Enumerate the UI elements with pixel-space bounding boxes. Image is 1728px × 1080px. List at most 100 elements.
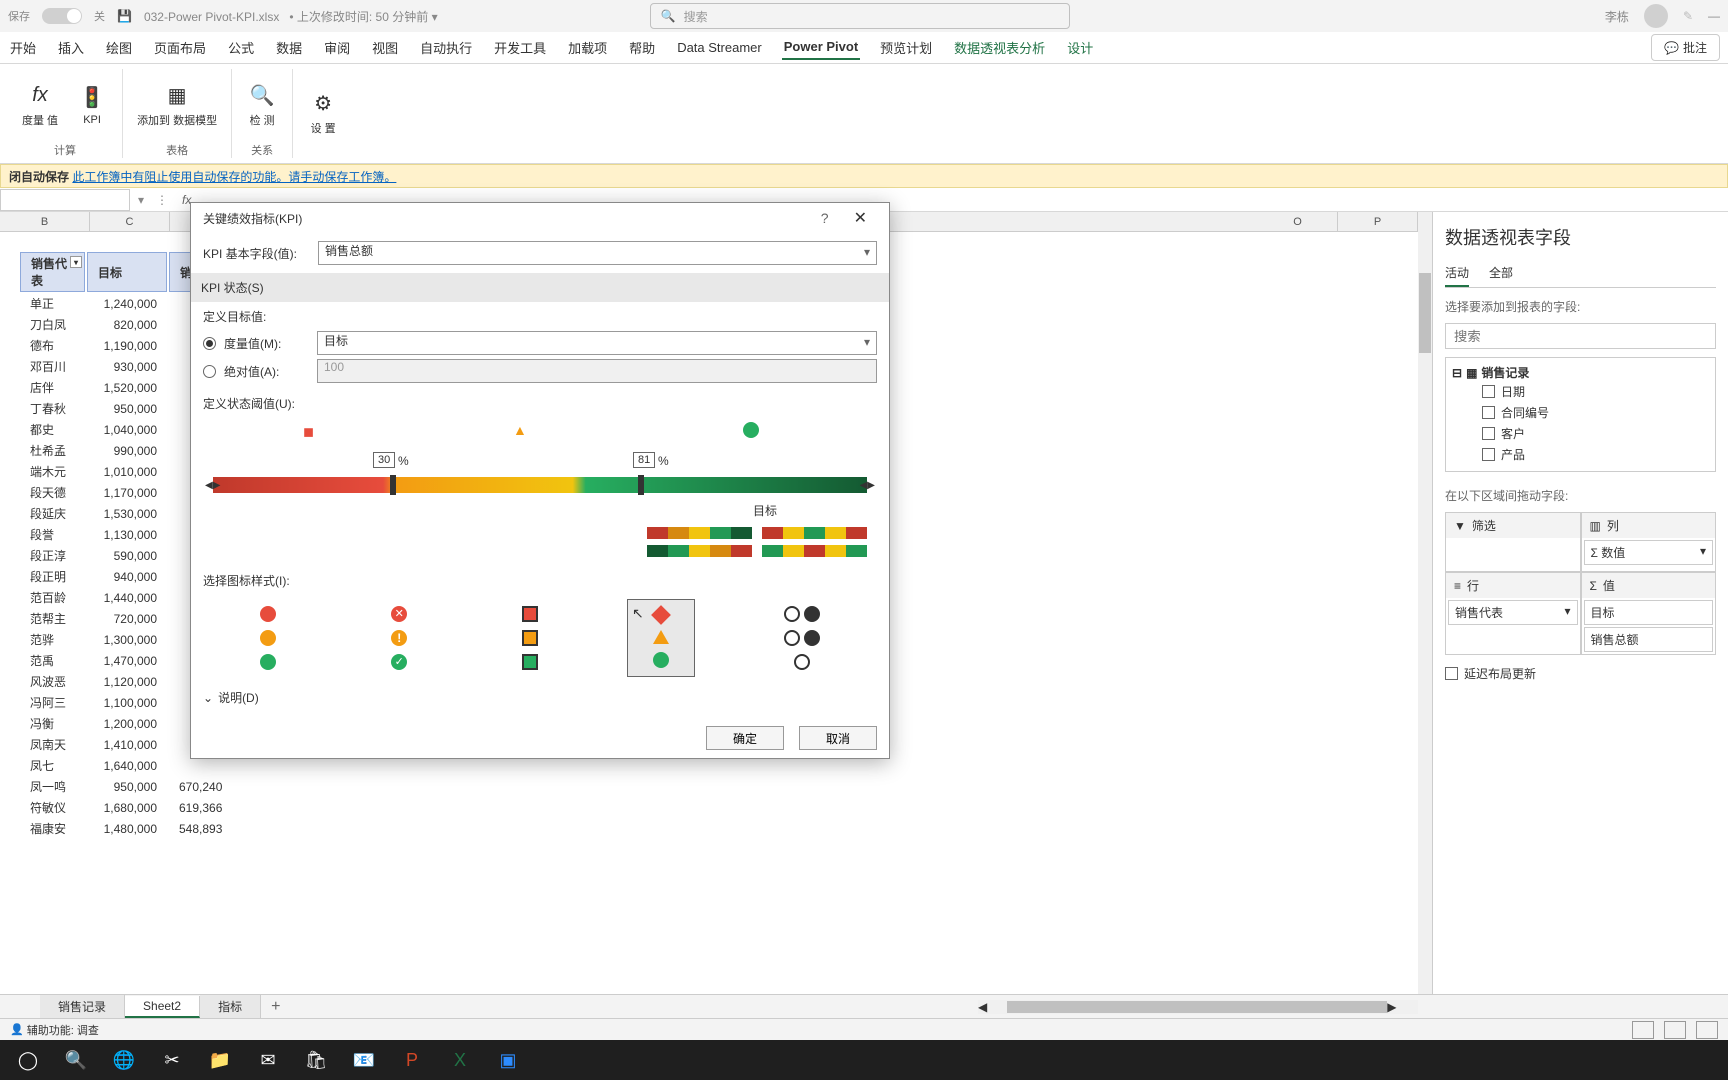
- col-header-b[interactable]: B: [0, 212, 90, 231]
- icon-style-shapes[interactable]: [627, 599, 695, 677]
- tab-pivot-analyze[interactable]: 数据透视表分析: [952, 34, 1047, 61]
- col-header-c[interactable]: C: [90, 212, 170, 231]
- ok-button[interactable]: 确定: [706, 726, 784, 750]
- measure-select[interactable]: 目标: [317, 331, 877, 355]
- threshold-slider[interactable]: ◀▶ ◀▶: [213, 477, 867, 497]
- explorer-icon[interactable]: 📁: [200, 1044, 240, 1076]
- tab-preview[interactable]: 预览计划: [878, 34, 934, 61]
- threshold-handle-low[interactable]: [390, 475, 396, 495]
- table-row[interactable]: 福康安1,480,000548,893: [20, 819, 232, 838]
- search-box[interactable]: 🔍 搜索: [650, 3, 1070, 29]
- field-item[interactable]: 日期: [1452, 381, 1709, 402]
- pattern-4[interactable]: [762, 545, 867, 557]
- accessibility-icon[interactable]: 👤: [10, 1023, 24, 1036]
- measure-button[interactable]: fx 度量 值: [18, 69, 62, 142]
- zoom-icon[interactable]: ▣: [488, 1044, 528, 1076]
- tab-layout[interactable]: 页面布局: [152, 34, 208, 61]
- description-expander[interactable]: ⌄ 说明(D): [203, 689, 877, 706]
- outlook-icon[interactable]: ✉: [248, 1044, 288, 1076]
- minimize-icon[interactable]: —: [1708, 9, 1720, 23]
- sheet-tab-1[interactable]: Sheet2: [125, 996, 200, 1018]
- vertical-scrollbar[interactable]: [1418, 212, 1432, 994]
- close-icon[interactable]: ✕: [844, 208, 877, 228]
- field-checkbox[interactable]: [1482, 406, 1495, 419]
- field-item[interactable]: 产品: [1452, 444, 1709, 465]
- save-icon[interactable]: 💾: [117, 9, 132, 23]
- field-item[interactable]: 合同编号: [1452, 402, 1709, 423]
- field-checkbox[interactable]: [1482, 448, 1495, 461]
- tab-home[interactable]: 开始: [8, 34, 38, 61]
- horizontal-scrollbar[interactable]: ◀▶: [978, 1000, 1418, 1014]
- pen-icon[interactable]: ✎: [1683, 9, 1693, 23]
- field-item[interactable]: 客户: [1452, 423, 1709, 444]
- add-to-model-button[interactable]: ▦ 添加到 数据模型: [133, 69, 221, 142]
- icon-style-pies[interactable]: [758, 597, 846, 679]
- field-search[interactable]: [1445, 323, 1716, 349]
- tab-review[interactable]: 审阅: [322, 34, 352, 61]
- add-sheet-button[interactable]: +: [261, 998, 290, 1016]
- tab-datastreamer[interactable]: Data Streamer: [675, 36, 764, 59]
- snip-icon[interactable]: ✂: [152, 1044, 192, 1076]
- user-avatar[interactable]: [1644, 4, 1668, 28]
- field-table-header[interactable]: ⊟ ▦ 销售记录: [1452, 364, 1709, 381]
- tab-design[interactable]: 设计: [1065, 34, 1095, 61]
- name-box[interactable]: [0, 189, 130, 211]
- help-icon[interactable]: ?: [806, 210, 844, 226]
- field-checkbox[interactable]: [1482, 427, 1495, 440]
- sheet-tab-0[interactable]: 销售记录: [40, 995, 125, 1018]
- chrome-icon[interactable]: 🌐: [104, 1044, 144, 1076]
- values-area[interactable]: Σ值 目标 销售总额: [1581, 572, 1717, 655]
- tab-developer[interactable]: 开发工具: [492, 34, 548, 61]
- view-normal-icon[interactable]: [1632, 1021, 1654, 1039]
- col-header-o[interactable]: O: [1258, 212, 1338, 231]
- tab-powerpivot[interactable]: Power Pivot: [782, 35, 860, 60]
- collapse-icon[interactable]: ⊟: [1452, 366, 1462, 380]
- threshold-high-input[interactable]: 81: [633, 452, 655, 468]
- field-tab-all[interactable]: 全部: [1489, 260, 1513, 287]
- pattern-2[interactable]: [647, 545, 752, 557]
- dropdown-icon[interactable]: ▾: [130, 193, 152, 207]
- tab-formulas[interactable]: 公式: [226, 34, 256, 61]
- store-icon[interactable]: 🛍: [296, 1044, 336, 1076]
- autosave-toggle[interactable]: [42, 8, 82, 24]
- row-item-rep[interactable]: 销售代表▾: [1448, 600, 1578, 625]
- th-target[interactable]: 目标: [87, 252, 167, 292]
- defer-checkbox[interactable]: [1445, 667, 1458, 680]
- powerpoint-icon[interactable]: P: [392, 1044, 432, 1076]
- sheet-tab-2[interactable]: 指标: [200, 995, 261, 1018]
- val-item-target[interactable]: 目标: [1584, 600, 1714, 625]
- kpi-button[interactable]: 🚦 KPI: [72, 69, 112, 142]
- mail-icon[interactable]: 📧: [344, 1044, 384, 1076]
- start-icon[interactable]: ◯: [8, 1044, 48, 1076]
- comments-button[interactable]: 💬 批注: [1651, 34, 1720, 61]
- cancel-button[interactable]: 取消: [799, 726, 877, 750]
- table-row[interactable]: 符敏仪1,680,000619,366: [20, 798, 232, 817]
- search-taskbar-icon[interactable]: 🔍: [56, 1044, 96, 1076]
- val-item-sales[interactable]: 销售总额: [1584, 627, 1714, 652]
- col-item-value[interactable]: Σ 数值▾: [1584, 540, 1714, 565]
- icon-style-squares[interactable]: [496, 597, 564, 679]
- field-tab-active[interactable]: 活动: [1445, 260, 1469, 287]
- th-rep[interactable]: 销售代表▾: [20, 252, 85, 292]
- threshold-handle-high[interactable]: [638, 475, 644, 495]
- tab-addins[interactable]: 加载项: [566, 34, 609, 61]
- filter-area[interactable]: ▼筛选: [1445, 512, 1581, 572]
- icon-style-circles[interactable]: [234, 597, 302, 679]
- view-break-icon[interactable]: [1696, 1021, 1718, 1039]
- detect-button[interactable]: 🔍 检 测: [242, 69, 282, 142]
- accessibility-status[interactable]: 辅助功能: 调查: [27, 1022, 99, 1038]
- rows-area[interactable]: ≡行 销售代表▾: [1445, 572, 1581, 655]
- col-header-p[interactable]: P: [1338, 212, 1418, 231]
- icon-style-symbols[interactable]: ✕ ! ✓: [365, 597, 433, 679]
- absolute-radio[interactable]: [203, 365, 216, 378]
- filter-icon[interactable]: ▾: [70, 256, 82, 268]
- warning-link[interactable]: 此工作簿中有阻止使用自动保存的功能。请手动保存工作簿。: [72, 168, 396, 185]
- field-checkbox[interactable]: [1482, 385, 1495, 398]
- columns-area[interactable]: ▥列 Σ 数值▾: [1581, 512, 1717, 572]
- tab-insert[interactable]: 插入: [56, 34, 86, 61]
- tab-data[interactable]: 数据: [274, 34, 304, 61]
- tab-automate[interactable]: 自动执行: [418, 34, 474, 61]
- tab-view[interactable]: 视图: [370, 34, 400, 61]
- view-page-icon[interactable]: [1664, 1021, 1686, 1039]
- base-field-select[interactable]: 销售总额: [318, 241, 877, 265]
